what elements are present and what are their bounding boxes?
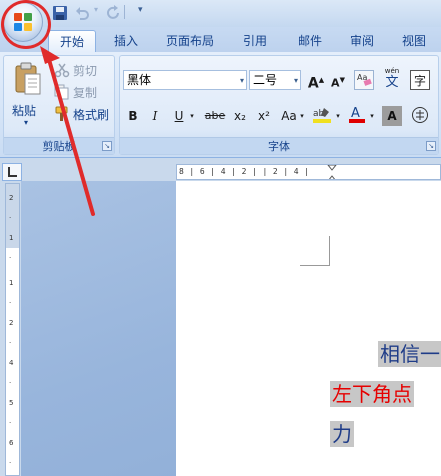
annotation-arrow xyxy=(40,46,95,216)
